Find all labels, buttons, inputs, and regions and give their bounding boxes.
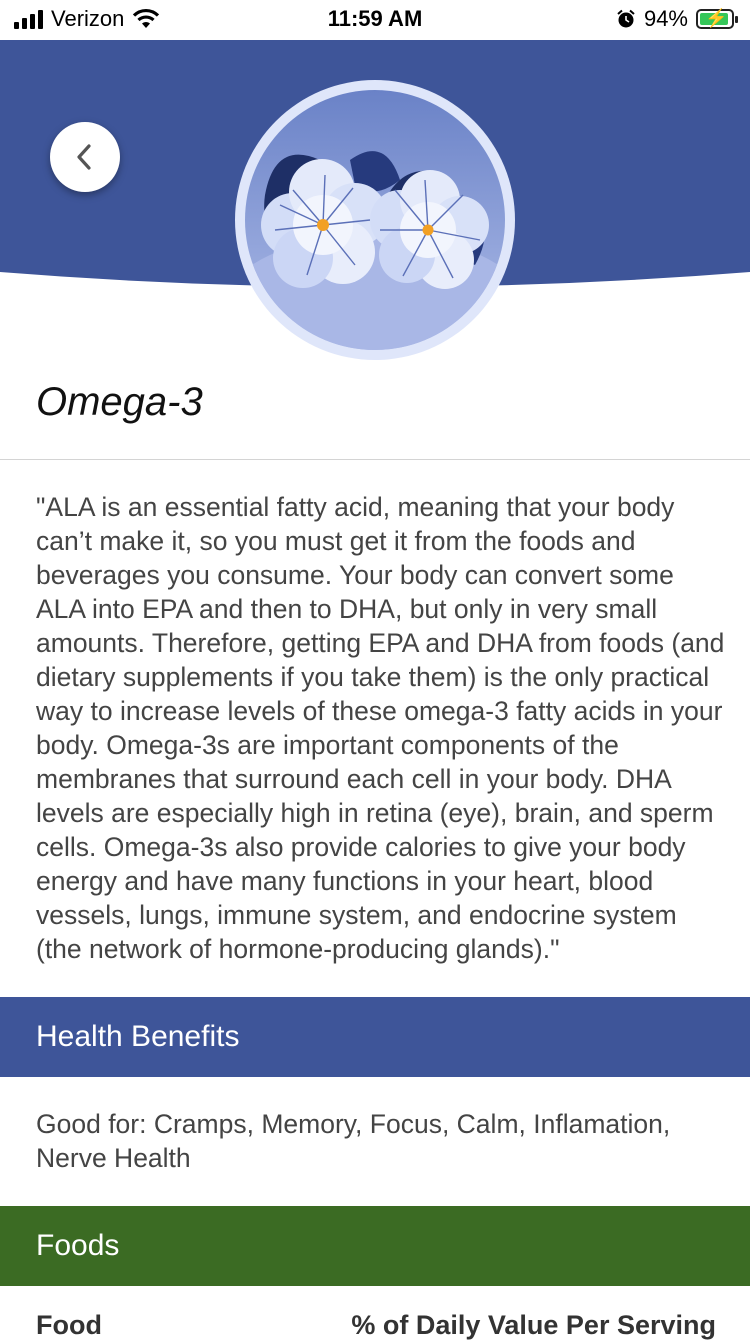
title-divider (0, 459, 750, 460)
foods-table-header: Food % of Daily Value Per Serving (36, 1310, 716, 1341)
foods-header: Foods (0, 1206, 750, 1286)
header (0, 40, 750, 360)
battery-icon: ⚡ (696, 8, 738, 29)
chevron-left-icon (77, 144, 91, 170)
flower-icon (235, 80, 515, 360)
nutrient-description: "ALA is an essential fatty acid, meaning… (36, 492, 725, 964)
back-button[interactable] (50, 122, 120, 192)
column-header-daily-value: % of Daily Value Per Serving (351, 1310, 716, 1340)
health-benefits-text: Good for: Cramps, Memory, Focus, Calm, I… (36, 1109, 671, 1173)
health-benefits-title: Health Benefits (36, 1020, 240, 1053)
status-bar: Verizon 11:59 AM 94% ⚡ (0, 0, 750, 40)
page-title: Omega-3 (36, 380, 203, 424)
battery-percent: 94% (643, 6, 688, 31)
foods-title: Foods (36, 1229, 120, 1262)
status-right: 94% ⚡ (616, 6, 738, 32)
alarm-icon (617, 9, 635, 28)
column-header-food: Food (36, 1310, 102, 1340)
health-benefits-header: Health Benefits (0, 997, 750, 1077)
